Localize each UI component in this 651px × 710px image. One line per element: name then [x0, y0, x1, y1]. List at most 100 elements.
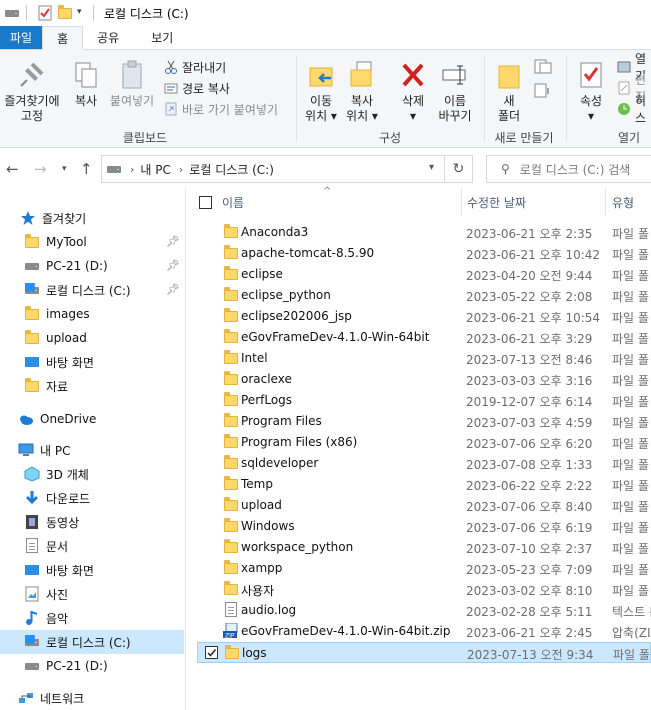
nav-item-local-disk-c-pc[interactable]: 로컬 디스크 (C:) — [0, 630, 184, 654]
separator — [26, 5, 27, 21]
forward-arrow-icon[interactable]: → — [34, 160, 47, 178]
easy-access-button[interactable] — [530, 82, 556, 104]
nav-item-videos[interactable]: 동영상 — [0, 510, 184, 534]
file-modified-date: 2023-06-21 오후 2:45 — [466, 626, 593, 640]
nav-item-materials[interactable]: 자료 — [0, 374, 184, 398]
file-row[interactable]: apache-tomcat-8.5.90 2023-06-21 오후 10:42 파… — [197, 243, 651, 264]
nav-item-pictures[interactable]: 사진 — [0, 582, 184, 606]
copy-button[interactable]: 복사 — [68, 60, 104, 109]
file-row[interactable]: logs 2023-07-13 오전 9:34 파일 폴 — [197, 642, 651, 663]
properties-line2: ▾ — [587, 109, 595, 123]
file-row[interactable]: Intel 2023-07-13 오전 8:46 파일 폴 — [197, 348, 651, 369]
breadcrumb-chevron-icon[interactable]: › — [179, 163, 183, 176]
nav-item-3d-objects[interactable]: 3D 개체 — [0, 462, 184, 486]
file-row[interactable]: eclipse 2023-04-20 오전 9:44 파일 폴 — [197, 264, 651, 285]
up-arrow-icon[interactable]: ↑ — [80, 160, 93, 178]
file-row[interactable]: Windows 2023-07-06 오후 6:19 파일 폴 — [197, 516, 651, 537]
customize-dropdown-icon[interactable]: ▾ — [77, 5, 87, 21]
tab-view[interactable]: 보기 — [133, 26, 187, 49]
copy-path-button[interactable]: 경로 복사 — [164, 79, 230, 97]
nav-item-images[interactable]: images — [0, 302, 184, 326]
file-row[interactable]: xampp 2023-05-23 오후 7:09 파일 폴 — [197, 558, 651, 579]
address-bar[interactable]: › 내 PC › 로컬 디스크 (C:) ▾ ↻ — [101, 155, 473, 183]
file-row[interactable]: upload 2023-07-06 오후 8:40 파일 폴 — [197, 495, 651, 516]
nav-item-label: PC-21 (D:) — [46, 659, 108, 673]
nav-item-music[interactable]: 음악 — [0, 606, 184, 630]
file-row[interactable]: oraclexe 2023-03-03 오후 3:16 파일 폴 — [197, 369, 651, 390]
drive-icon[interactable] — [4, 5, 20, 21]
nav-item-documents[interactable]: 문서 — [0, 534, 184, 558]
copy-to-button[interactable]: 복사 위치 ▾ — [342, 60, 382, 124]
refresh-icon[interactable]: ↻ — [444, 156, 472, 182]
address-dropdown-icon[interactable]: ▾ — [429, 162, 434, 173]
properties-check-icon[interactable] — [37, 5, 53, 21]
nav-onedrive[interactable]: OneDrive — [0, 407, 184, 431]
select-all-checkbox[interactable] — [199, 196, 212, 209]
file-row[interactable]: Anaconda3 2023-06-21 오후 2:35 파일 폴 — [197, 222, 651, 243]
pin-label-line1: 즐겨찾기에 — [4, 94, 60, 108]
file-row[interactable]: eclipse202006_jsp 2023-06-21 오후 10:54 파일 폴 — [197, 306, 651, 327]
recent-dropdown-icon[interactable]: ▾ — [62, 164, 67, 174]
nav-this-pc[interactable]: 내 PC — [0, 438, 184, 462]
tab-file[interactable]: 파일 — [0, 26, 43, 49]
new-folder-button[interactable]: 새 폴더 — [492, 60, 526, 124]
column-header-type[interactable]: 유형 — [605, 188, 651, 216]
file-row[interactable]: sqldeveloper 2023-07-08 오후 1:33 파일 폴 — [197, 453, 651, 474]
file-name: 사용자 — [241, 584, 275, 598]
folder-icon — [24, 378, 40, 394]
file-row[interactable]: Temp 2023-06-22 오후 2:22 파일 폴 — [197, 474, 651, 495]
file-row[interactable]: Program Files 2023-07-03 오후 4:59 파일 폴 — [197, 411, 651, 432]
file-row[interactable]: workspace_python 2023-07-10 오후 2:37 파일 폴 — [197, 537, 651, 558]
nav-item-local-disk-c[interactable]: 로컬 디스크 (C:) 📌︎ — [0, 278, 184, 302]
file-name: xampp — [241, 561, 283, 575]
file-row[interactable]: Program Files (x86) 2023-07-06 오후 6:20 파일 … — [197, 432, 651, 453]
file-row[interactable]: ZIP eGovFrameDev-4.1.0-Win-64bit.zip 2023-… — [197, 621, 651, 642]
breadcrumb-this-pc[interactable]: 내 PC — [140, 161, 170, 178]
history-button[interactable]: 히스 — [617, 94, 651, 125]
nav-network[interactable]: 네트워크 — [0, 686, 184, 710]
nav-item-upload[interactable]: upload — [0, 326, 184, 350]
file-type: 파일 폴 — [612, 437, 649, 451]
properties-button[interactable]: 속성 ▾ — [574, 60, 608, 124]
file-type: 파일 폴 — [612, 584, 649, 598]
new-folder-icon — [495, 60, 523, 90]
pin-to-quick-access-button[interactable]: 즐겨찾기에 고정 — [0, 60, 64, 124]
copy-icon — [72, 60, 100, 90]
new-item-button[interactable] — [530, 58, 556, 80]
file-row[interactable]: eclipse_python 2023-05-22 오후 2:08 파일 폴 — [197, 285, 651, 306]
breadcrumb-chevron-icon[interactable]: › — [130, 163, 134, 176]
rename-button[interactable]: 이름 바꾸기 — [436, 60, 474, 124]
tab-home[interactable]: 홈 — [42, 26, 84, 50]
file-row[interactable]: PerfLogs 2019-12-07 오후 6:14 파일 폴 — [197, 390, 651, 411]
paste-shortcut-button[interactable]: 바로 가기 붙여넣기 — [164, 100, 278, 118]
new-folder-quick-icon[interactable] — [57, 5, 73, 21]
nav-item-desktop-pc[interactable]: 바탕 화면 — [0, 558, 184, 582]
file-row[interactable]: audio.log 2023-02-28 오후 5:11 텍스트 든 — [197, 600, 651, 621]
file-type: 파일 폴 — [612, 290, 649, 304]
file-row[interactable]: eGovFrameDev-4.1.0-Win-64bit 2023-06-21 오… — [197, 327, 651, 348]
folder-icon — [223, 476, 239, 492]
folder-icon — [223, 455, 239, 471]
column-header-name[interactable]: 이름 — [222, 188, 462, 216]
nav-quick-access[interactable]: 즐겨찾기 — [0, 206, 184, 230]
column-header-date[interactable]: 수정한 날짜 — [461, 188, 601, 216]
move-to-button[interactable]: 이동 위치 ▾ — [302, 60, 340, 124]
nav-item-mytool[interactable]: MyTool 📌︎ — [0, 230, 184, 254]
row-checkbox[interactable] — [205, 646, 218, 659]
nav-item-downloads[interactable]: 다운로드 — [0, 486, 184, 510]
delete-button[interactable]: 삭제 ▾ — [395, 60, 431, 124]
file-modified-date: 2023-07-03 오후 4:59 — [466, 416, 593, 430]
file-name: upload — [241, 498, 282, 512]
back-arrow-icon[interactable]: ← — [6, 160, 19, 178]
paste-button[interactable]: 붙여넣기 — [106, 60, 158, 109]
tab-share[interactable]: 공유 — [83, 26, 133, 49]
nav-item-pc21-d[interactable]: PC-21 (D:) 📌︎ — [0, 254, 184, 278]
search-input[interactable]: ⚲ 로컬 디스크 (C:) 검색 — [486, 155, 651, 183]
breadcrumb-local-disk[interactable]: 로컬 디스크 (C:) — [189, 161, 274, 178]
nav-item-desktop[interactable]: 바탕 화면 — [0, 350, 184, 374]
nav-item-pc21-d-pc[interactable]: PC-21 (D:) — [0, 654, 184, 678]
folder-icon — [24, 234, 40, 250]
quick-access-toolbar: ▾ — [0, 0, 100, 26]
file-row[interactable]: 사용자 2023-03-02 오후 8:10 파일 폴 — [197, 579, 651, 600]
cut-button[interactable]: 잘라내기 — [164, 58, 226, 76]
